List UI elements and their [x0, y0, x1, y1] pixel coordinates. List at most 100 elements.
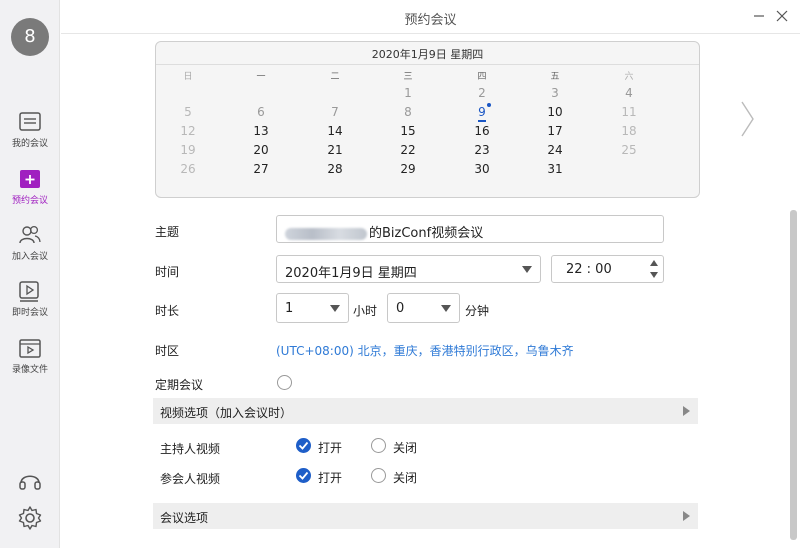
calendar-day[interactable]: 26 [168, 162, 208, 176]
checkmark-icon [298, 471, 309, 480]
calendar-weekday: 三 [403, 72, 413, 82]
headset-icon[interactable] [17, 468, 43, 494]
calendar-day[interactable]: 19 [168, 143, 208, 157]
window-title: 预约会议 [404, 13, 457, 28]
sidebar-item-label: 预约会议 [11, 196, 48, 206]
calendar-day[interactable]: 14 [315, 124, 355, 138]
time-label: 时间 [155, 265, 180, 279]
today-underline [478, 120, 486, 122]
sidebar-item-recordings[interactable]: 录像文件 [0, 336, 60, 375]
dropdown-arrow-icon [522, 266, 532, 273]
sidebar-item-label: 我的会议 [11, 139, 48, 149]
calendar-day[interactable]: 23 [462, 143, 502, 157]
calendar-day[interactable]: 24 [535, 143, 575, 157]
calendar-day[interactable]: 2 [462, 86, 502, 100]
calendar-day[interactable]: 13 [241, 124, 281, 138]
timezone-label: 时区 [155, 344, 180, 358]
host-video-off-radio[interactable] [371, 438, 386, 453]
hours-select[interactable]: 1 [276, 293, 349, 323]
divider [156, 64, 699, 65]
video-options-section[interactable]: 视频选项（加入会议时） [153, 398, 698, 424]
calendar-day[interactable]: 5 [168, 105, 208, 119]
checkmark-icon [298, 441, 309, 450]
stepper-arrows-icon[interactable] [649, 258, 659, 280]
calendar-day[interactable]: 6 [241, 105, 281, 119]
participant-video-on-label: 打开 [318, 471, 343, 485]
calendar-day[interactable]: 29 [388, 162, 428, 176]
calendar-weekday: 一 [256, 72, 266, 82]
minutes-select[interactable]: 0 [387, 293, 460, 323]
calendar-day[interactable]: 12 [168, 124, 208, 138]
date-select[interactable]: 2020年1月9日 星期四 [276, 255, 541, 283]
scrollbar[interactable] [790, 210, 797, 540]
sidebar-item-my-meetings[interactable]: 我的会议 [0, 110, 60, 149]
calendar-day[interactable]: 4 [609, 86, 649, 100]
hours-value: 1 [285, 301, 294, 316]
chevron-right-icon[interactable] [738, 100, 756, 138]
calendar-day[interactable]: 25 [609, 143, 649, 157]
calendar-weekday: 二 [330, 72, 340, 82]
dropdown-arrow-icon [330, 305, 340, 312]
hours-unit: 小时 [353, 304, 378, 318]
calendar-day[interactable]: 8 [388, 105, 428, 119]
calendar-day[interactable]: 10 [535, 105, 575, 119]
host-video-off-label: 关闭 [393, 441, 418, 455]
calendar-day[interactable]: 16 [462, 124, 502, 138]
sidebar-item-instant-meeting[interactable]: 即时会议 [0, 279, 60, 318]
participant-video-label: 参会人视频 [160, 472, 221, 486]
title-bar: 预约会议 [61, 0, 800, 34]
calendar-day[interactable]: 27 [241, 162, 281, 176]
expand-arrow-icon [683, 511, 690, 521]
host-video-on-label: 打开 [318, 441, 343, 455]
avatar[interactable]: 8 [11, 18, 49, 56]
calendar-weekday: 四 [477, 72, 487, 82]
dropdown-arrow-icon [441, 305, 451, 312]
calendar-day[interactable]: 7 [315, 105, 355, 119]
host-video-on-radio[interactable] [296, 438, 311, 453]
sidebar-item-label: 录像文件 [11, 365, 48, 375]
calendar-day[interactable]: 21 [315, 143, 355, 157]
topic-text: 的BizConf视频会议 [285, 222, 483, 241]
calendar-day[interactable]: 20 [241, 143, 281, 157]
film-icon [19, 339, 41, 358]
calendar-day-today[interactable]: 9 [462, 105, 502, 119]
calendar-day[interactable]: 30 [462, 162, 502, 176]
participant-video-on-radio[interactable] [296, 468, 311, 483]
recurring-label: 定期会议 [155, 378, 204, 392]
calendar-day[interactable]: 17 [535, 124, 575, 138]
calendar-weekday: 六 [624, 72, 634, 82]
participant-video-off-radio[interactable] [371, 468, 386, 483]
calendar-day[interactable]: 3 [535, 86, 575, 100]
calendar-day[interactable]: 22 [388, 143, 428, 157]
topic-label: 主题 [155, 225, 180, 239]
time-value: 22 : 00 [566, 262, 612, 277]
sidebar: 8 我的会议 预约会议 加入会议 即时会议 录像文件 [0, 0, 60, 548]
participant-video-off-label: 关闭 [393, 471, 418, 485]
calendar-day[interactable]: 15 [388, 124, 428, 138]
calendar-day[interactable]: 28 [315, 162, 355, 176]
calendar-plus-icon [20, 170, 40, 188]
close-icon[interactable] [774, 8, 790, 24]
calendar-day[interactable]: 31 [535, 162, 575, 176]
video-play-icon [19, 281, 39, 302]
date-value: 2020年1月9日 星期四 [285, 266, 417, 281]
time-stepper[interactable]: 22 : 00 [551, 255, 664, 283]
sidebar-item-schedule-meeting[interactable]: 预约会议 [0, 167, 60, 206]
meeting-options-section[interactable]: 会议选项 [153, 503, 698, 529]
calendar-weekday: 日 [183, 72, 193, 82]
minimize-icon[interactable] [751, 8, 767, 24]
duration-label: 时长 [155, 304, 180, 318]
sidebar-item-join-meeting[interactable]: 加入会议 [0, 223, 60, 262]
section-title: 视频选项（加入会议时） [160, 406, 293, 420]
calendar: 2020年1月9日 星期四 日一二三四五六 1 2 3 4 5 6 7 8 9 10 11 12 13 14… [155, 41, 700, 198]
list-icon [19, 112, 41, 131]
recurring-checkbox[interactable] [277, 375, 292, 390]
calendar-day[interactable]: 1 [388, 86, 428, 100]
calendar-day[interactable]: 18 [609, 124, 649, 138]
sidebar-item-label: 加入会议 [11, 252, 48, 262]
topic-input[interactable]: 的BizConf视频会议 [276, 215, 664, 243]
calendar-day[interactable]: 11 [609, 105, 649, 119]
gear-icon[interactable] [17, 505, 43, 531]
minutes-value: 0 [396, 301, 405, 316]
timezone-link[interactable]: (UTC+08:00) 北京，重庆，香港特别行政区，乌鲁木齐 [276, 342, 574, 359]
